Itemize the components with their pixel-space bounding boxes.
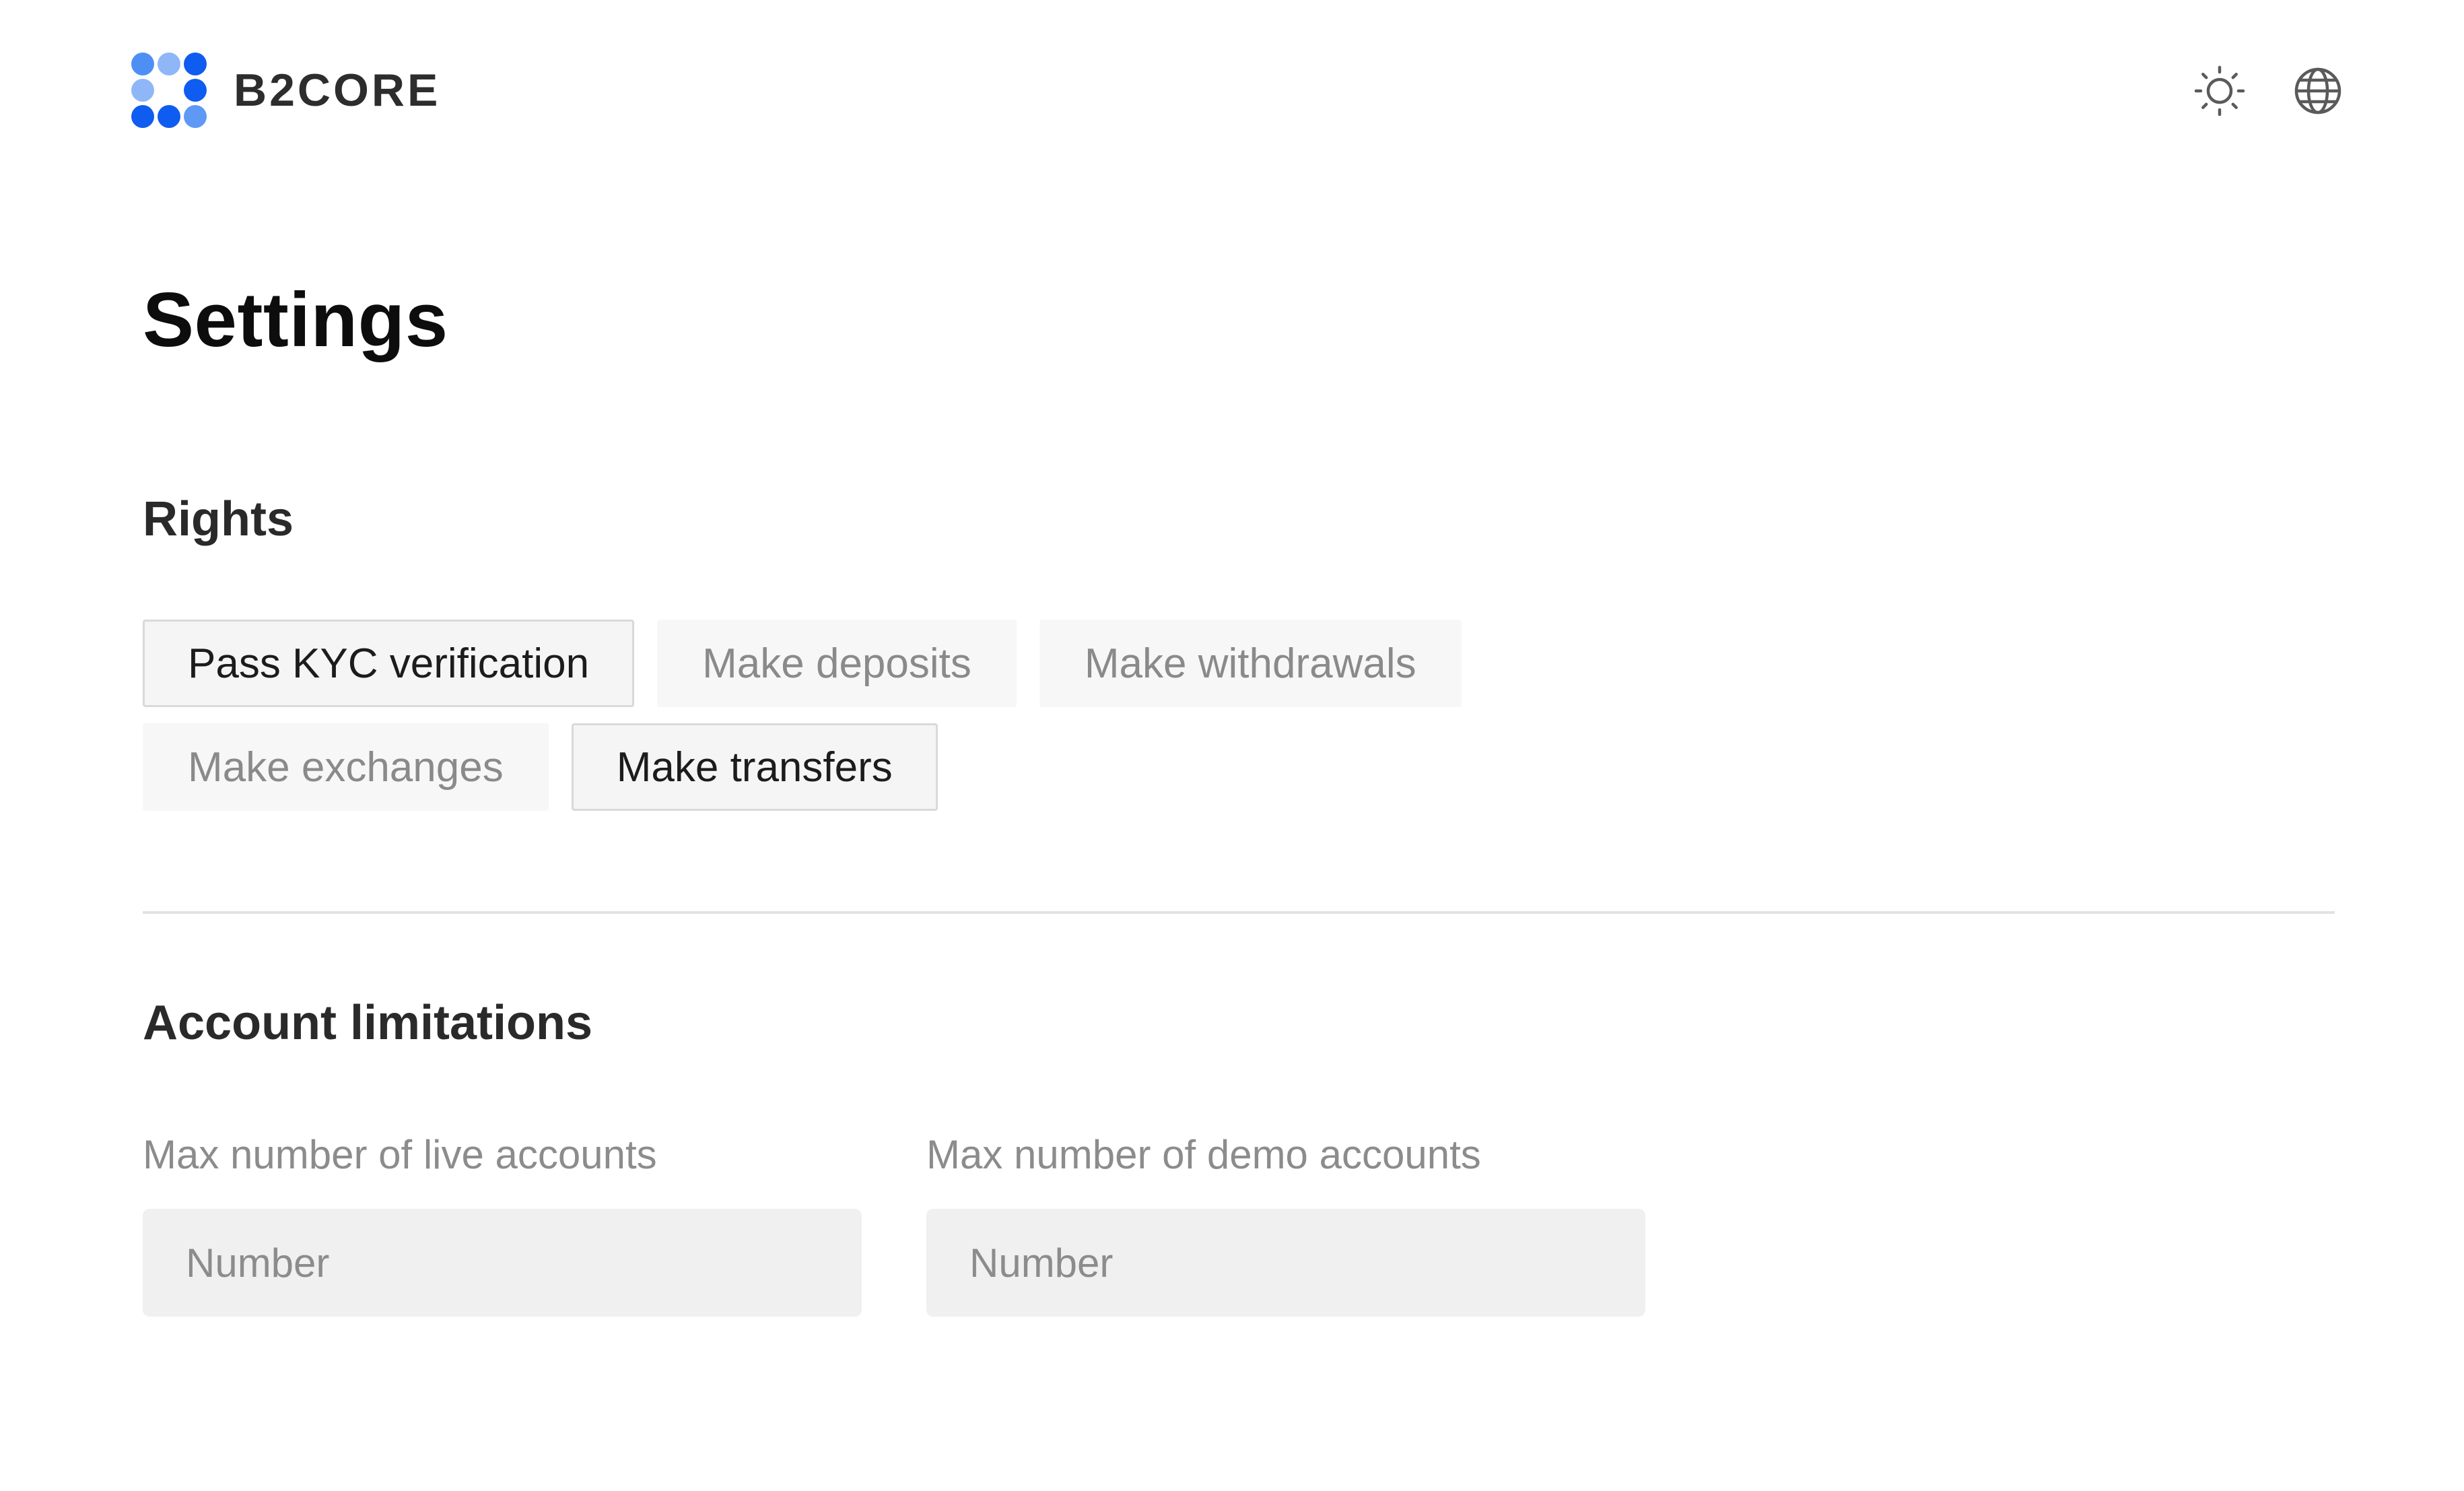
sun-icon bbox=[2194, 65, 2245, 117]
globe-icon bbox=[2294, 67, 2341, 114]
demo-accounts-label: Max number of demo accounts bbox=[926, 1132, 1481, 1177]
chip-make-deposits[interactable]: Make deposits bbox=[657, 620, 1017, 707]
brand-logo[interactable]: B2CORE bbox=[130, 51, 440, 129]
chip-row: Pass KYC verification Make deposits Make… bbox=[143, 620, 1758, 707]
demo-accounts-input[interactable] bbox=[926, 1209, 1645, 1317]
live-accounts-label: Max number of live accounts bbox=[143, 1132, 657, 1177]
theme-toggle-button[interactable] bbox=[2189, 61, 2250, 121]
chip-make-transfers[interactable]: Make transfers bbox=[571, 723, 938, 811]
language-button[interactable] bbox=[2288, 61, 2348, 121]
rights-chip-group: Pass KYC verification Make deposits Make… bbox=[143, 620, 1758, 827]
chip-pass-kyc-verification[interactable]: Pass KYC verification bbox=[143, 620, 635, 707]
top-bar: B2CORE bbox=[0, 0, 2464, 182]
b2core-logo-icon bbox=[131, 53, 207, 128]
chip-row: Make exchanges Make transfers bbox=[143, 723, 1758, 811]
brand-name: B2CORE bbox=[234, 65, 441, 116]
account-limitations-title: Account limitations bbox=[143, 996, 593, 1050]
rights-section-title: Rights bbox=[143, 492, 294, 546]
chip-make-exchanges[interactable]: Make exchanges bbox=[143, 723, 549, 811]
chip-make-withdrawals[interactable]: Make withdrawals bbox=[1039, 620, 1462, 707]
page-title: Settings bbox=[143, 277, 448, 363]
live-accounts-field: Max number of live accounts bbox=[143, 1131, 862, 1317]
section-divider bbox=[143, 911, 2335, 914]
demo-accounts-field: Max number of demo accounts bbox=[926, 1131, 1645, 1317]
header-actions bbox=[2152, 61, 2348, 121]
live-accounts-input[interactable] bbox=[143, 1209, 862, 1317]
